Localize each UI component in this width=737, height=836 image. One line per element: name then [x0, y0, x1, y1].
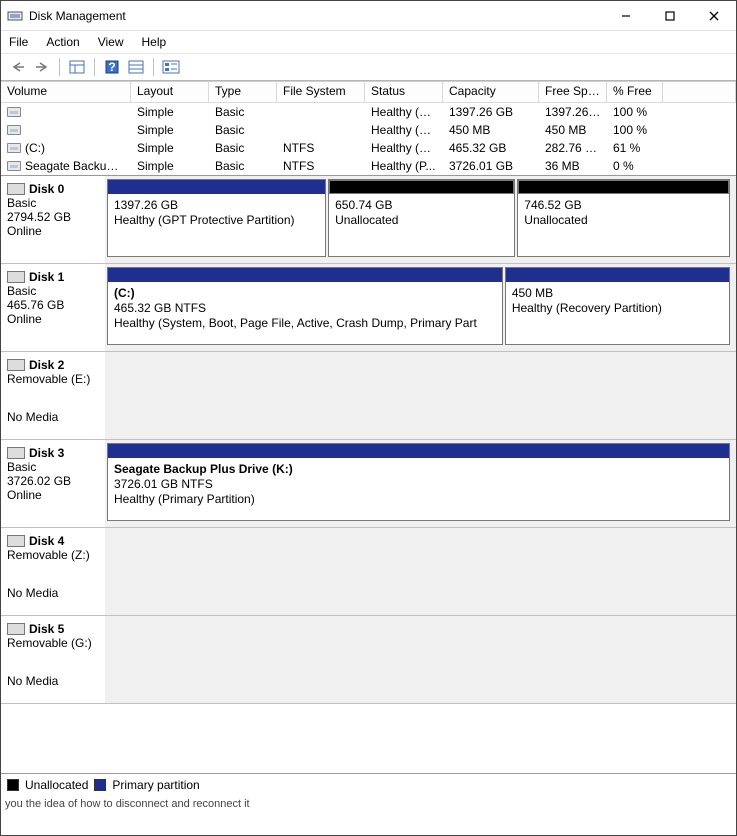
legend-swatch-unallocated	[7, 779, 19, 791]
volume-row[interactable]: SimpleBasicHealthy (G...1397.26 GB1397.2…	[1, 103, 736, 121]
menu-file[interactable]: File	[9, 35, 28, 49]
disk-icon	[7, 535, 25, 547]
partition-header-bar	[108, 268, 502, 282]
disk-row: Disk 1Basic465.76 GBOnline(C:)465.32 GB …	[1, 264, 736, 352]
partition-area	[105, 528, 736, 615]
partition[interactable]: 746.52 GBUnallocated	[517, 179, 730, 257]
partition-header-bar	[518, 180, 729, 194]
disk-label[interactable]: Disk 5Removable (G:)No Media	[1, 616, 105, 703]
disk-icon	[7, 271, 25, 283]
toolbar-view-icon[interactable]	[66, 56, 88, 78]
toolbar-list-icon[interactable]	[125, 56, 147, 78]
forward-button[interactable]	[31, 56, 53, 78]
close-button[interactable]	[692, 1, 736, 31]
col-spacer	[663, 82, 736, 103]
disk-row: Disk 0Basic2794.52 GBOnline1397.26 GBHea…	[1, 176, 736, 264]
disk-label[interactable]: Disk 1Basic465.76 GBOnline	[1, 264, 105, 351]
partition[interactable]: 450 MBHealthy (Recovery Partition)	[505, 267, 730, 345]
titlebar: Disk Management	[1, 1, 736, 31]
partition-header-bar	[108, 444, 729, 458]
toolbar: ?	[1, 53, 736, 81]
volume-icon	[7, 125, 21, 135]
legend-swatch-primary	[94, 779, 106, 791]
volume-icon	[7, 161, 21, 171]
partition[interactable]: 650.74 GBUnallocated	[328, 179, 515, 257]
volume-icon	[7, 143, 21, 153]
partition-area: Seagate Backup Plus Drive (K:)3726.01 GB…	[105, 440, 736, 527]
disk-label[interactable]: Disk 4Removable (Z:)No Media	[1, 528, 105, 615]
toolbar-separator	[94, 58, 95, 76]
cropped-text: you the idea of how to disconnect and re…	[1, 796, 736, 812]
volume-row[interactable]: SimpleBasicHealthy (R...450 MB450 MB100 …	[1, 121, 736, 139]
toolbar-detail-icon[interactable]	[160, 56, 182, 78]
volume-list-header: Volume Layout Type File System Status Ca…	[1, 81, 736, 103]
disk-icon	[7, 447, 25, 459]
partition-header-bar	[329, 180, 514, 194]
window-title: Disk Management	[29, 9, 604, 23]
disk-icon	[7, 623, 25, 635]
menu-action[interactable]: Action	[46, 35, 79, 49]
partition-area: (C:)465.32 GB NTFSHealthy (System, Boot,…	[105, 264, 736, 351]
disk-row: Disk 4Removable (Z:)No Media	[1, 528, 736, 616]
disk-icon	[7, 359, 25, 371]
col-filesystem[interactable]: File System	[277, 82, 365, 103]
volume-icon	[7, 107, 21, 117]
minimize-button[interactable]	[604, 1, 648, 31]
menubar: File Action View Help	[1, 31, 736, 53]
legend-label-unallocated: Unallocated	[25, 778, 88, 792]
col-layout[interactable]: Layout	[131, 82, 209, 103]
disk-label[interactable]: Disk 0Basic2794.52 GBOnline	[1, 176, 105, 263]
volume-row[interactable]: (C:)SimpleBasicNTFSHealthy (S...465.32 G…	[1, 139, 736, 157]
toolbar-separator	[59, 58, 60, 76]
partition-area	[105, 616, 736, 703]
partition-area: 1397.26 GBHealthy (GPT Protective Partit…	[105, 176, 736, 263]
disk-label[interactable]: Disk 3Basic3726.02 GBOnline	[1, 440, 105, 527]
col-pctfree[interactable]: % Free	[607, 82, 663, 103]
partition-header-bar	[108, 180, 325, 194]
disk-graphical-view: Disk 0Basic2794.52 GBOnline1397.26 GBHea…	[1, 176, 736, 774]
col-status[interactable]: Status	[365, 82, 443, 103]
disk-row: Disk 2Removable (E:)No Media	[1, 352, 736, 440]
legend: Unallocated Primary partition	[1, 774, 736, 796]
partition[interactable]: 1397.26 GBHealthy (GPT Protective Partit…	[107, 179, 326, 257]
volume-row[interactable]: Seagate Backup Pl...SimpleBasicNTFSHealt…	[1, 157, 736, 175]
svg-text:?: ?	[108, 60, 115, 74]
toolbar-separator	[153, 58, 154, 76]
partition-area	[105, 352, 736, 439]
partition-header-bar	[506, 268, 729, 282]
help-icon[interactable]: ?	[101, 56, 123, 78]
legend-label-primary: Primary partition	[112, 778, 199, 792]
disk-icon	[7, 183, 25, 195]
volume-list: Volume Layout Type File System Status Ca…	[1, 81, 736, 176]
partition[interactable]: (C:)465.32 GB NTFSHealthy (System, Boot,…	[107, 267, 503, 345]
menu-help[interactable]: Help	[142, 35, 167, 49]
disk-label[interactable]: Disk 2Removable (E:)No Media	[1, 352, 105, 439]
col-capacity[interactable]: Capacity	[443, 82, 539, 103]
menu-view[interactable]: View	[98, 35, 124, 49]
back-button[interactable]	[7, 56, 29, 78]
col-volume[interactable]: Volume	[1, 82, 131, 103]
col-free[interactable]: Free Spa...	[539, 82, 607, 103]
app-icon	[7, 8, 23, 24]
disk-row: Disk 3Basic3726.02 GBOnlineSeagate Backu…	[1, 440, 736, 528]
col-type[interactable]: Type	[209, 82, 277, 103]
disk-row: Disk 5Removable (G:)No Media	[1, 616, 736, 704]
maximize-button[interactable]	[648, 1, 692, 31]
partition[interactable]: Seagate Backup Plus Drive (K:)3726.01 GB…	[107, 443, 730, 521]
